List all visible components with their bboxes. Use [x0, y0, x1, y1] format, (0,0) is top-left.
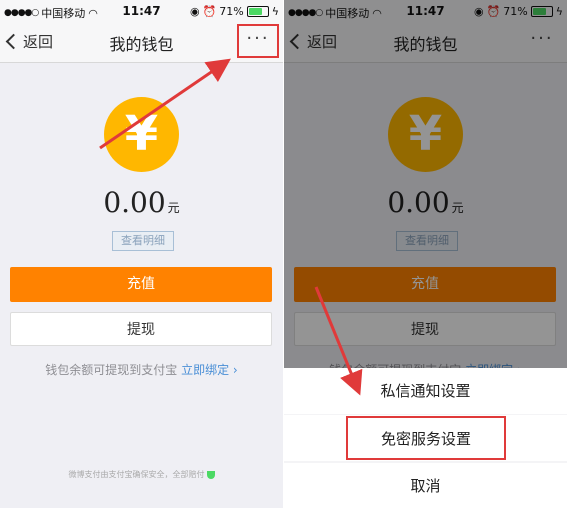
password-free-service-settings-item[interactable]: 免密服务设置: [346, 416, 506, 460]
lock-rotation-icon: ◉: [189, 5, 200, 18]
footer-text: 微博支付由支付宝确保安全，全部赔付: [68, 470, 205, 479]
withdraw-note: 钱包余额可提现到支付宝 立即绑定 ›: [0, 361, 283, 378]
nav-bar: 返回 我的钱包 ···: [0, 22, 283, 63]
wallet-screen-left: ●●●●○ 中国移动 ◠ 11:47 ◉ ⏰ 71% ϟ 返回 我的钱包 ···…: [0, 0, 283, 508]
shield-icon: [206, 470, 215, 479]
note-text: 钱包余额可提现到支付宝: [45, 363, 178, 377]
wallet-coin-icon: ¥: [104, 97, 179, 172]
battery-icon: [246, 6, 269, 17]
balance-amount: 0.00: [103, 186, 166, 219]
wallet-screen-right: ●●●●○ 中国移动 ◠ 11:47 ◉ ⏰ 71% ϟ 返回 我的钱包 ···…: [284, 0, 567, 508]
withdraw-button[interactable]: 提现: [10, 312, 272, 346]
status-bar: ●●●●○ 中国移动 ◠ 11:47 ◉ ⏰ 71% ϟ: [0, 0, 283, 22]
currency-symbol: ¥: [124, 106, 159, 162]
security-footer: 微博支付由支付宝确保安全，全部赔付: [0, 469, 283, 480]
cancel-button[interactable]: 取消: [284, 463, 567, 508]
balance-unit: 元: [167, 201, 180, 215]
bind-now-link[interactable]: 立即绑定 ›: [181, 363, 238, 377]
message-notification-settings-item[interactable]: 私信通知设置: [284, 368, 567, 414]
view-details-button[interactable]: 查看明细: [112, 231, 174, 251]
more-button[interactable]: ···: [237, 24, 279, 58]
battery-percent: 71%: [219, 5, 244, 18]
status-right: ◉ ⏰ 71% ϟ: [190, 5, 279, 18]
charging-icon: ϟ: [271, 5, 279, 18]
recharge-button[interactable]: 充值: [10, 267, 272, 302]
alarm-icon: ⏰: [202, 5, 217, 18]
balance-display: 0.00 元: [0, 186, 283, 219]
action-sheet: 私信通知设置 免密服务设置 取消: [284, 368, 567, 508]
